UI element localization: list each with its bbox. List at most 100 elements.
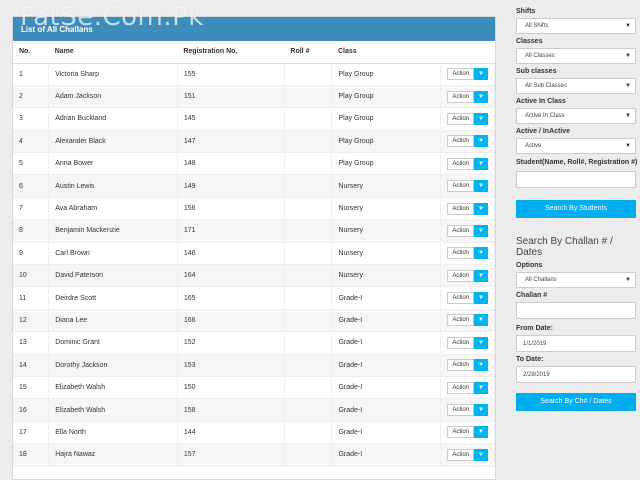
action-dropdown[interactable]: Action ▼ [447, 202, 488, 215]
from-date-label: From Date: [516, 325, 553, 332]
classes-select[interactable]: All Classes ▼ [516, 48, 636, 64]
table-row: 9 Carl Brown 146 Nursery Action ▼ [13, 242, 495, 266]
action-dropdown[interactable]: Action ▼ [447, 269, 488, 282]
cell-name: Ava Abraham [48, 197, 178, 221]
action-dropdown[interactable]: Action ▼ [447, 381, 488, 394]
action-dropdown[interactable]: Action ▼ [447, 336, 488, 349]
cell-class: Grade-I [331, 398, 442, 422]
cell-name: Dorothy Jackson [48, 354, 178, 377]
chevron-down-icon[interactable]: ▼ [474, 269, 488, 282]
cell-name: Elizabeth Walsh [48, 398, 178, 422]
action-button[interactable]: Action [447, 426, 474, 439]
cell-action: Action ▼ [440, 107, 495, 131]
cell-registration: 152 [177, 331, 285, 355]
chevron-down-icon[interactable]: ▼ [474, 135, 488, 148]
cell-roll [284, 219, 333, 243]
cell-class: Nursery [331, 197, 442, 221]
action-button[interactable]: Action [447, 404, 474, 417]
action-button[interactable]: Action [447, 68, 474, 81]
action-button[interactable]: Action [447, 112, 474, 125]
action-button[interactable]: Action [447, 224, 474, 237]
action-button[interactable]: Action [447, 359, 474, 372]
action-dropdown[interactable]: Action ▼ [447, 68, 488, 81]
action-dropdown[interactable]: Action ▼ [447, 359, 488, 372]
action-dropdown[interactable]: Action ▼ [447, 247, 488, 260]
cell-class: Grade-I [331, 376, 442, 400]
cell-no: 16 [13, 398, 50, 422]
cell-roll [284, 421, 333, 445]
options-select[interactable]: All Challans ▼ [516, 272, 636, 288]
chevron-down-icon[interactable]: ▼ [474, 381, 488, 394]
cell-name: Victoria Sharp [48, 63, 178, 86]
shifts-label: Shifts [516, 8, 536, 15]
col-registration: Registration No. [177, 41, 285, 64]
action-button[interactable]: Action [447, 180, 474, 193]
cell-class: Grade-I [331, 309, 442, 333]
cell-action: Action ▼ [440, 443, 495, 467]
page: FatSe.Com.Pk List of All Challans No. Na… [0, 0, 640, 480]
cell-roll [284, 242, 333, 266]
chevron-down-icon[interactable]: ▼ [474, 90, 488, 103]
active-inactive-select[interactable]: Active ▼ [516, 138, 636, 154]
action-button[interactable]: Action [447, 135, 474, 148]
chevron-down-icon[interactable]: ▼ [474, 292, 488, 305]
action-dropdown[interactable]: Action ▼ [447, 404, 488, 417]
action-button[interactable]: Action [447, 314, 474, 327]
chevron-down-icon[interactable]: ▼ [474, 157, 488, 170]
action-dropdown[interactable]: Action ▼ [447, 314, 488, 327]
cell-registration: 145 [177, 107, 285, 131]
to-date-input[interactable]: 2/28/2019 [516, 366, 636, 383]
chevron-down-icon[interactable]: ▼ [474, 247, 488, 260]
active-in-class-select[interactable]: Active In Class ▼ [516, 108, 636, 124]
action-dropdown[interactable]: Action ▼ [447, 135, 488, 148]
cell-no: 9 [13, 242, 50, 266]
search-by-students-button[interactable]: Search By Students [516, 200, 636, 218]
action-dropdown[interactable]: Action ▼ [447, 224, 488, 237]
search-by-challan-dates-button[interactable]: Search By Ch# / Dates [516, 393, 636, 411]
chevron-down-icon[interactable]: ▼ [474, 404, 488, 417]
student-search-input[interactable] [516, 171, 636, 188]
cell-action: Action ▼ [440, 331, 495, 355]
cell-no: 2 [13, 85, 50, 109]
cell-action: Action ▼ [440, 219, 495, 243]
chevron-down-icon[interactable]: ▼ [474, 426, 488, 439]
chevron-down-icon[interactable]: ▼ [474, 448, 488, 461]
chevron-down-icon[interactable]: ▼ [474, 68, 488, 81]
chevron-down-icon: ▼ [625, 113, 631, 119]
action-button[interactable]: Action [447, 292, 474, 305]
cell-action: Action ▼ [440, 85, 495, 109]
from-date-input[interactable]: 1/1/2019 [516, 335, 636, 352]
action-button[interactable]: Action [447, 269, 474, 282]
action-dropdown[interactable]: Action ▼ [447, 448, 488, 461]
challan-number-input[interactable] [516, 302, 636, 319]
chevron-down-icon[interactable]: ▼ [474, 180, 488, 193]
cell-registration: 150 [177, 376, 285, 400]
cell-action: Action ▼ [440, 376, 495, 400]
action-button[interactable]: Action [447, 157, 474, 170]
chevron-down-icon[interactable]: ▼ [474, 202, 488, 215]
challan-search-title: Search By Challan # / Dates [516, 236, 613, 258]
chevron-down-icon[interactable]: ▼ [474, 336, 488, 349]
cell-roll [284, 286, 333, 310]
col-no: No. [13, 41, 49, 64]
action-button[interactable]: Action [447, 90, 474, 103]
action-button[interactable]: Action [447, 448, 474, 461]
chevron-down-icon[interactable]: ▼ [474, 224, 488, 237]
action-dropdown[interactable]: Action ▼ [447, 292, 488, 305]
action-button[interactable]: Action [447, 247, 474, 260]
action-dropdown[interactable]: Action ▼ [447, 426, 488, 439]
action-button[interactable]: Action [447, 336, 474, 349]
chevron-down-icon[interactable]: ▼ [474, 314, 488, 327]
subclasses-select[interactable]: All Sub Classes ▼ [516, 78, 636, 94]
subclasses-select-value: All Sub Classes [525, 83, 568, 89]
action-dropdown[interactable]: Action ▼ [447, 112, 488, 125]
action-button[interactable]: Action [447, 381, 474, 394]
action-dropdown[interactable]: Action ▼ [447, 90, 488, 103]
shifts-select[interactable]: All Shifts ▼ [516, 18, 636, 34]
chevron-down-icon[interactable]: ▼ [474, 359, 488, 372]
action-button[interactable]: Action [447, 202, 474, 215]
action-dropdown[interactable]: Action ▼ [447, 180, 488, 193]
action-dropdown[interactable]: Action ▼ [447, 157, 488, 170]
cell-no: 8 [13, 219, 50, 243]
chevron-down-icon[interactable]: ▼ [474, 112, 488, 125]
